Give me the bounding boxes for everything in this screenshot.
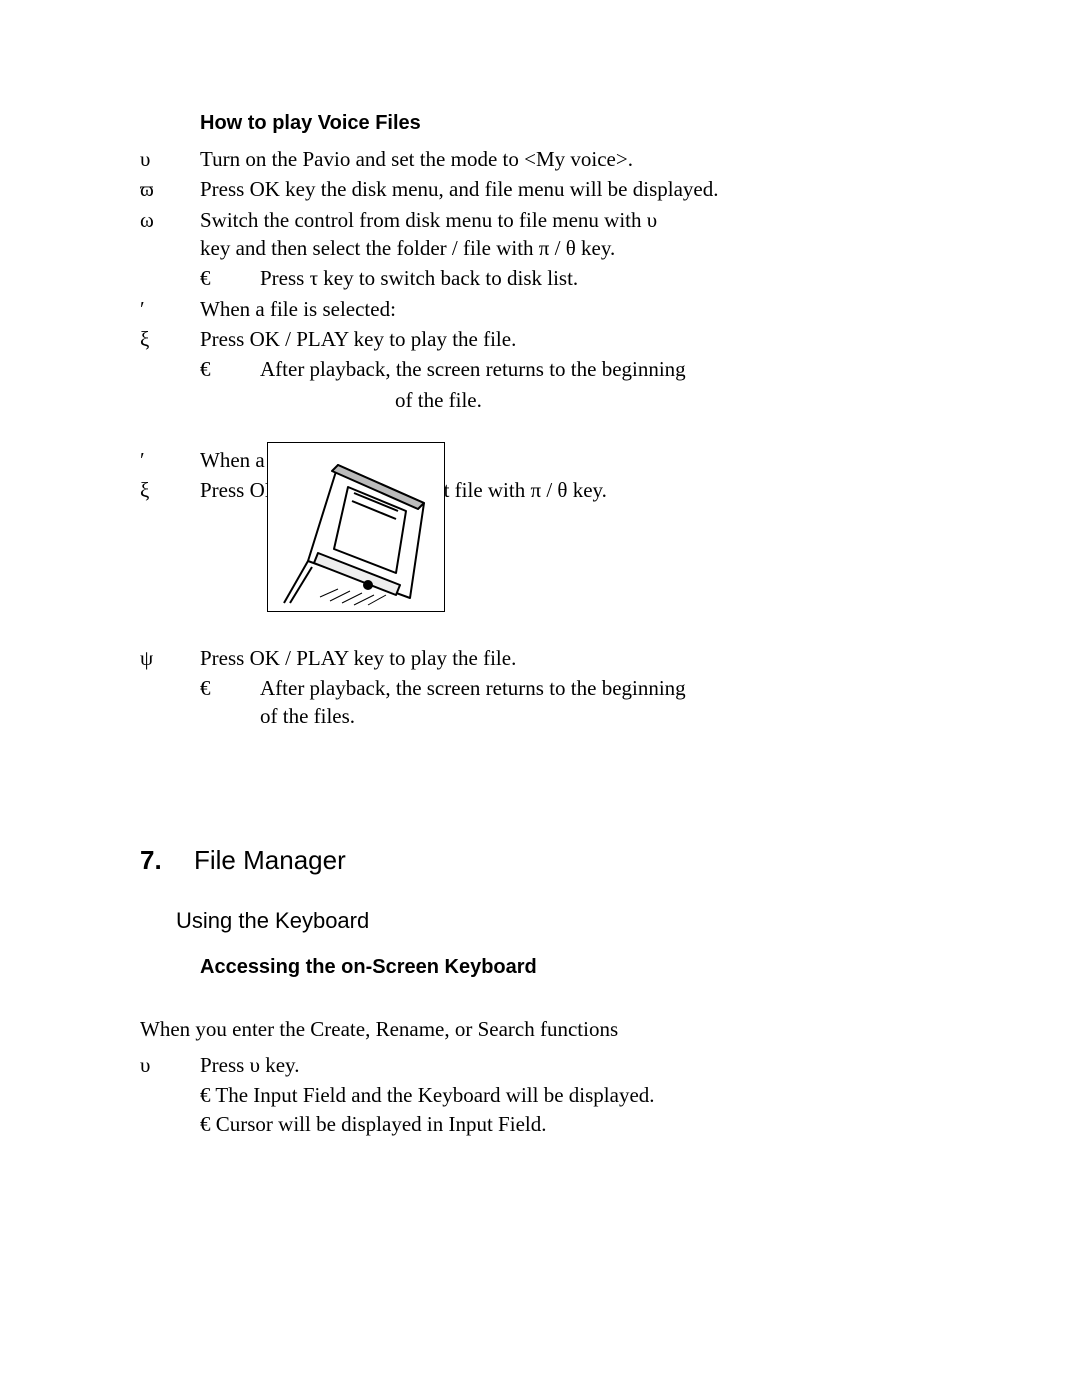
list-subitem: € After playback, the screen returns to …	[140, 674, 960, 731]
list-text: Press υ key.	[200, 1051, 960, 1079]
section-title: File Manager	[194, 843, 346, 878]
list-text: Switch the control from disk menu to fil…	[200, 206, 960, 263]
voice-heading: How to play Voice Files	[200, 110, 960, 137]
list-item: ϖ Press OK key the disk menu, and file m…	[140, 175, 960, 203]
list-subtext-continuation: of the file.	[395, 386, 960, 414]
bullet-glyph: ξ	[140, 325, 200, 353]
section-number: 7.	[140, 843, 194, 878]
list-item: ω Switch the control from disk menu to f…	[140, 206, 960, 263]
list-text: Press OK / PLAY key to play the file.	[200, 644, 960, 672]
euro-icon: €	[200, 355, 260, 383]
euro-icon: €	[200, 264, 260, 292]
list-text: When a file is selected:	[200, 295, 960, 323]
bullet-glyph: υ	[140, 1051, 200, 1079]
list-item: ξ Press OK / PLAY key to play the file.	[140, 325, 960, 353]
list-text: Press OK / PLAY key to play the file.	[200, 325, 960, 353]
intro-text: When you enter the Create, Rename, or Se…	[140, 1015, 960, 1043]
euro-icon: €	[200, 1083, 211, 1107]
bullet-glyph: υ	[140, 145, 200, 173]
list-item: υ Turn on the Pavio and set the mode to …	[140, 145, 960, 173]
list-subtext-line2: of the files.	[260, 704, 355, 728]
bullet-glyph: ξ	[140, 476, 200, 504]
euro-icon: €	[200, 674, 260, 702]
list-subitem: € Press τ key to switch back to disk lis…	[140, 264, 960, 292]
bullet-glyph: ′	[140, 295, 200, 323]
bullet-glyph: ′	[140, 446, 200, 474]
list-text-line2: key and then select the folder / file wi…	[200, 236, 615, 260]
section-subheading: Using the Keyboard	[176, 906, 960, 936]
list-subitem: € After playback, the screen returns to …	[140, 355, 960, 383]
list-subtext: The Input Field and the Keyboard will be…	[211, 1083, 655, 1107]
list-subtext: Cursor will be displayed in Input Field.	[211, 1112, 547, 1136]
bullet-glyph: ϖ	[140, 175, 200, 203]
list-subtext: After playback, the screen returns to th…	[260, 355, 960, 383]
list-item: ψ Press OK / PLAY key to play the file.	[140, 644, 960, 672]
list-text: Press OK key the disk menu, and file men…	[200, 175, 960, 203]
bullet-glyph: ψ	[140, 644, 200, 672]
document-page: How to play Voice Files υ Turn on the Pa…	[0, 0, 1080, 1397]
list-text-line1: Switch the control from disk menu to fil…	[200, 208, 657, 232]
list-subtext: After playback, the screen returns to th…	[260, 674, 960, 731]
list-text: Turn on the Pavio and set the mode to <M…	[200, 145, 960, 173]
euro-icon: €	[200, 1112, 211, 1136]
bullet-glyph: ω	[140, 206, 200, 234]
list-subitem: € The Input Field and the Keyboard will …	[200, 1081, 960, 1109]
device-illustration	[267, 442, 445, 612]
list-item: ′ When a file is selected:	[140, 295, 960, 323]
list-item: υ Press υ key.	[140, 1051, 960, 1079]
list-subitem: € Cursor will be displayed in Input Fiel…	[200, 1110, 960, 1138]
device-icon	[268, 443, 444, 611]
list-subtext: Press τ key to switch back to disk list.	[260, 264, 960, 292]
list-item: ξ Press OK key, and then select file wit…	[140, 476, 960, 504]
list-subtext-line1: After playback, the screen returns to th…	[260, 676, 686, 700]
list-item: ′ When a folder is selected:	[140, 446, 960, 474]
section-header: 7. File Manager	[140, 843, 960, 878]
keyboard-heading: Accessing the on-Screen Keyboard	[200, 954, 960, 981]
